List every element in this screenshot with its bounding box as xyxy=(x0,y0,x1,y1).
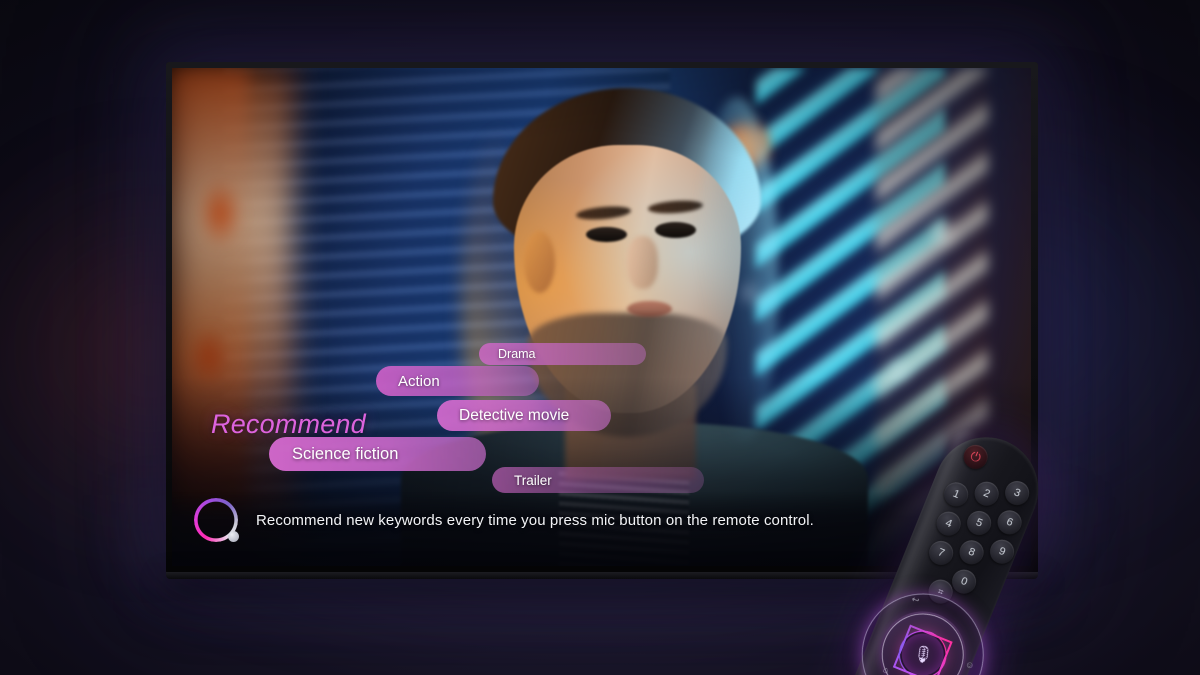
keyword-pill-detective-movie[interactable]: Detective movie xyxy=(437,400,611,431)
page-title: Recommend xyxy=(211,409,366,439)
voice-assistant-ring-icon xyxy=(194,498,239,542)
keyword-pill-action[interactable]: Action xyxy=(376,366,539,396)
keyword-pill-trailer[interactable]: Trailer xyxy=(492,467,704,493)
caption-text: Recommend new keywords every time you pr… xyxy=(256,512,814,529)
assistant-dot xyxy=(228,531,239,542)
keyword-pill-drama[interactable]: Drama xyxy=(479,343,646,365)
keyword-pill-science-fiction[interactable]: Science fiction xyxy=(269,437,486,471)
